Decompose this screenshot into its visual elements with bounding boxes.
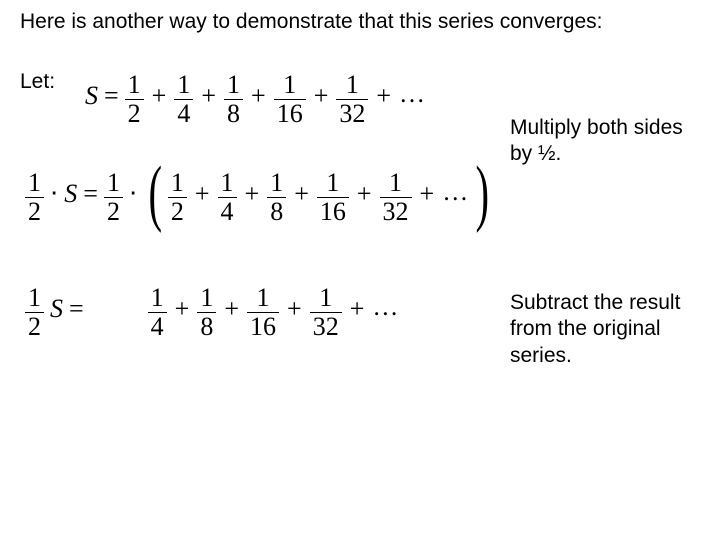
dot-operator: ⋅ [50, 179, 58, 209]
paren-group: ( 12 + 14 + 18 + 116 + 132 + … ) [143, 170, 495, 225]
ellipsis: … [399, 79, 427, 109]
plus-sign: + [199, 81, 218, 111]
frac-1-16: 116 [274, 72, 306, 127]
equation-definition: S = 12 + 14 + 18 + 116 + 132 + … [85, 72, 427, 127]
equals-sign: = [83, 179, 98, 209]
plus-sign: + [243, 179, 262, 209]
frac-1-2: 12 [125, 72, 144, 127]
equation-result: 12 S = 14 + 18 + 116 + 132 + … [25, 285, 400, 340]
frac-1-32: 132 [310, 285, 342, 340]
var-S: S [85, 81, 98, 111]
dot-operator: ⋅ [129, 179, 137, 209]
plus-sign: + [193, 179, 212, 209]
equals-sign: = [69, 294, 84, 324]
frac-1-16: 116 [317, 170, 349, 225]
equals-sign: = [104, 81, 119, 111]
frac-half-lhs: 12 [25, 170, 44, 225]
frac-1-16: 116 [247, 285, 279, 340]
var-S: S [64, 179, 77, 209]
plus-sign: + [374, 81, 393, 111]
plus-sign: + [173, 294, 192, 324]
var-S: S [50, 294, 63, 324]
right-paren-icon: ) [476, 171, 490, 217]
frac-1-32: 132 [380, 170, 412, 225]
let-label: Let: [20, 70, 55, 94]
frac-half-lhs: 12 [25, 285, 44, 340]
plus-sign: + [348, 294, 367, 324]
series-inside-paren: 12 + 14 + 18 + 116 + 132 + … [168, 170, 470, 225]
plus-sign: + [285, 294, 304, 324]
note-subtract: Subtract the result from the original se… [510, 290, 700, 369]
frac-1-4: 14 [174, 72, 193, 127]
frac-1-8: 18 [267, 170, 286, 225]
plus-sign: + [418, 179, 437, 209]
frac-half-rhs: 12 [104, 170, 123, 225]
intro-text: Here is another way to demonstrate that … [20, 10, 700, 34]
equation-multiply: 12 ⋅ S = 12 ⋅ ( 12 + 14 + 18 + 116 + 132… [25, 170, 495, 225]
note-multiply: Multiply both sides by ½. [510, 115, 700, 168]
ellipsis: … [442, 177, 470, 207]
plus-sign: + [355, 179, 374, 209]
frac-1-4: 14 [148, 285, 167, 340]
plus-sign: + [150, 81, 169, 111]
plus-sign: + [249, 81, 268, 111]
frac-1-32: 132 [336, 72, 368, 127]
frac-1-8: 18 [197, 285, 216, 340]
plus-sign: + [222, 294, 241, 324]
left-paren-icon: ( [149, 171, 163, 217]
ellipsis: … [372, 292, 400, 322]
plus-sign: + [312, 81, 331, 111]
frac-1-4: 14 [218, 170, 237, 225]
frac-1-2: 12 [168, 170, 187, 225]
frac-1-8: 18 [224, 72, 243, 127]
plus-sign: + [292, 179, 311, 209]
